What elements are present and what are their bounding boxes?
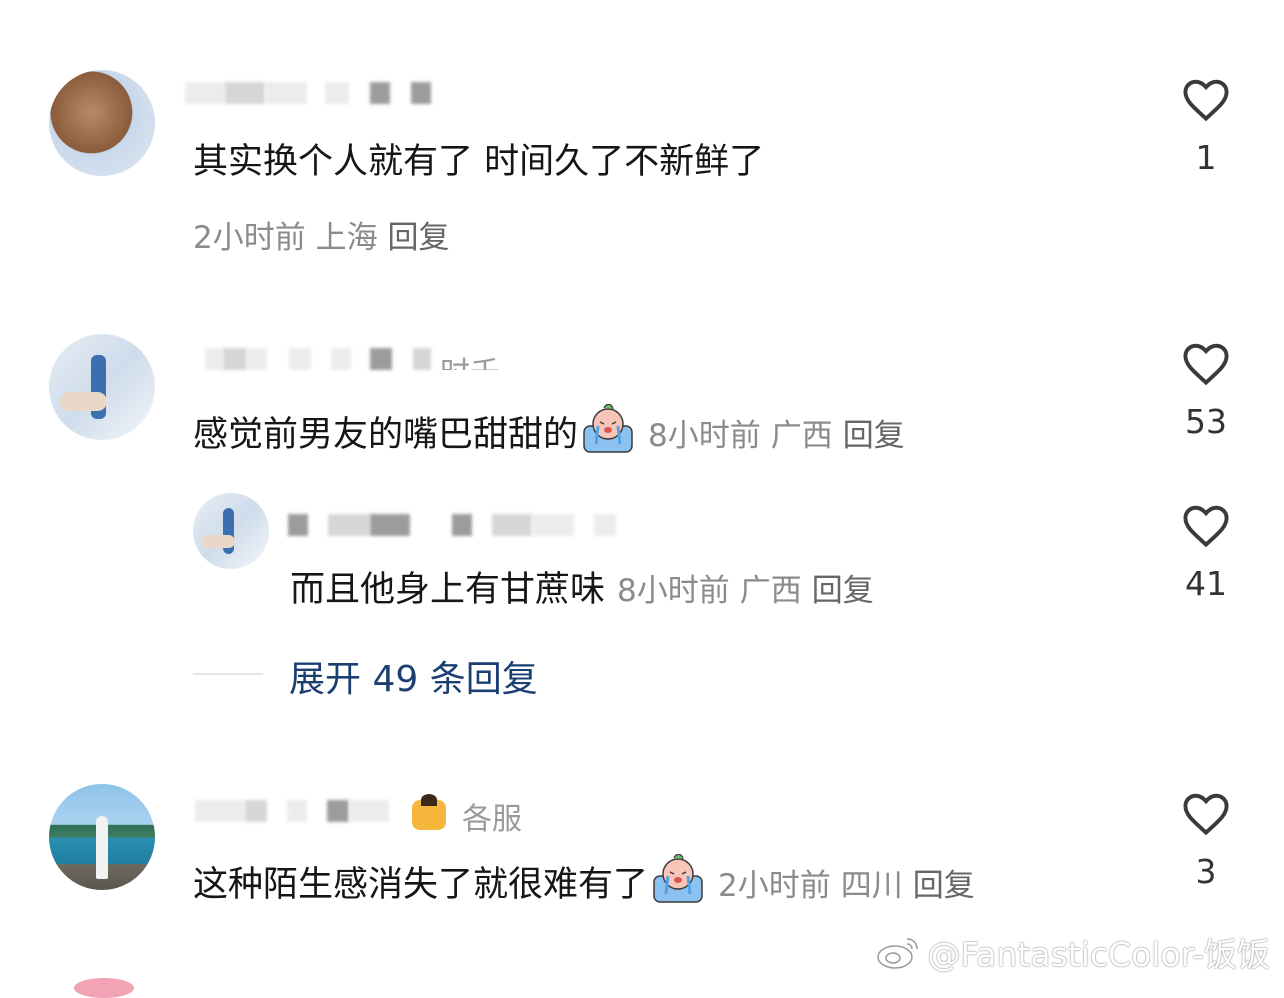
reply-body: 而且他身上有甘蔗味	[290, 570, 606, 610]
expand-replies-label[interactable]: 展开 49 条回复	[289, 650, 538, 702]
person-emoji-icon	[412, 794, 446, 830]
user-avatar[interactable]	[49, 784, 155, 890]
like-button[interactable]: 1	[1161, 74, 1251, 177]
comment-meta: 2小时前 四川 回复	[718, 868, 985, 904]
comment-location: 四川	[840, 868, 903, 904]
comment-body: 感觉前男友的嘴巴甜甜的	[193, 415, 579, 455]
reply-location: 广西	[739, 573, 802, 609]
heart-outline-icon	[1183, 79, 1229, 122]
comment-body: 这种陌生感消失了就很难有了	[193, 865, 649, 905]
comment-text: 感觉前男友的嘴巴甜甜的 8小时前 广西 回复	[193, 404, 915, 458]
comment-text: 其实换个人就有了 时间久了不新鲜了	[193, 142, 765, 182]
comment-time: 2小时前	[193, 220, 306, 256]
heart-outline-icon	[1183, 343, 1229, 386]
username-blurred[interactable]	[185, 82, 445, 104]
like-count: 41	[1185, 564, 1227, 603]
username-tail: 各服	[462, 802, 522, 837]
username-blurred[interactable]	[288, 514, 628, 536]
heart-outline-icon	[1183, 793, 1229, 836]
comment-location: 上海	[315, 220, 378, 256]
comment-text: 这种陌生感消失了就很难有了 2小时前 四川 回复	[193, 854, 985, 908]
reply-button[interactable]: 回复	[843, 418, 905, 454]
like-count: 53	[1185, 402, 1227, 441]
divider	[193, 673, 263, 675]
username-tail: 时千	[440, 348, 500, 370]
comment-time: 8小时前	[648, 418, 761, 454]
username-blurred[interactable]	[195, 800, 415, 822]
like-count: 1	[1195, 138, 1217, 177]
comment-location: 广西	[770, 418, 833, 454]
comment-time: 2小时前	[718, 868, 831, 904]
reply-time: 8小时前	[617, 573, 730, 609]
heart-outline-icon	[1183, 505, 1229, 548]
like-button[interactable]: 3	[1161, 788, 1251, 891]
comment-meta: 2小时前 上海 回复	[193, 212, 449, 257]
reply-button[interactable]: 回复	[913, 868, 975, 904]
reply-meta: 8小时前 广西 回复	[617, 573, 884, 609]
reply-button[interactable]: 回复	[812, 573, 874, 609]
comment-meta: 8小时前 广西 回复	[648, 418, 915, 454]
like-button[interactable]: 41	[1161, 500, 1251, 603]
user-avatar[interactable]	[49, 334, 155, 440]
user-avatar[interactable]	[49, 70, 155, 176]
user-avatar[interactable]	[193, 493, 269, 569]
weibo-logo-icon	[877, 938, 919, 969]
reply-text: 而且他身上有甘蔗味 8小时前 广西 回复	[290, 568, 884, 613]
watermark-text: @FantasticColor-饭饭	[927, 935, 1270, 974]
reply-button[interactable]: 回复	[387, 220, 449, 256]
like-count: 3	[1195, 852, 1217, 891]
watermark: @FantasticColor-饭饭	[875, 928, 1270, 976]
crying-emoji-icon	[583, 404, 633, 453]
like-button[interactable]: 53	[1161, 338, 1251, 441]
crying-emoji-icon	[653, 854, 703, 903]
next-avatar-peek	[74, 978, 134, 998]
